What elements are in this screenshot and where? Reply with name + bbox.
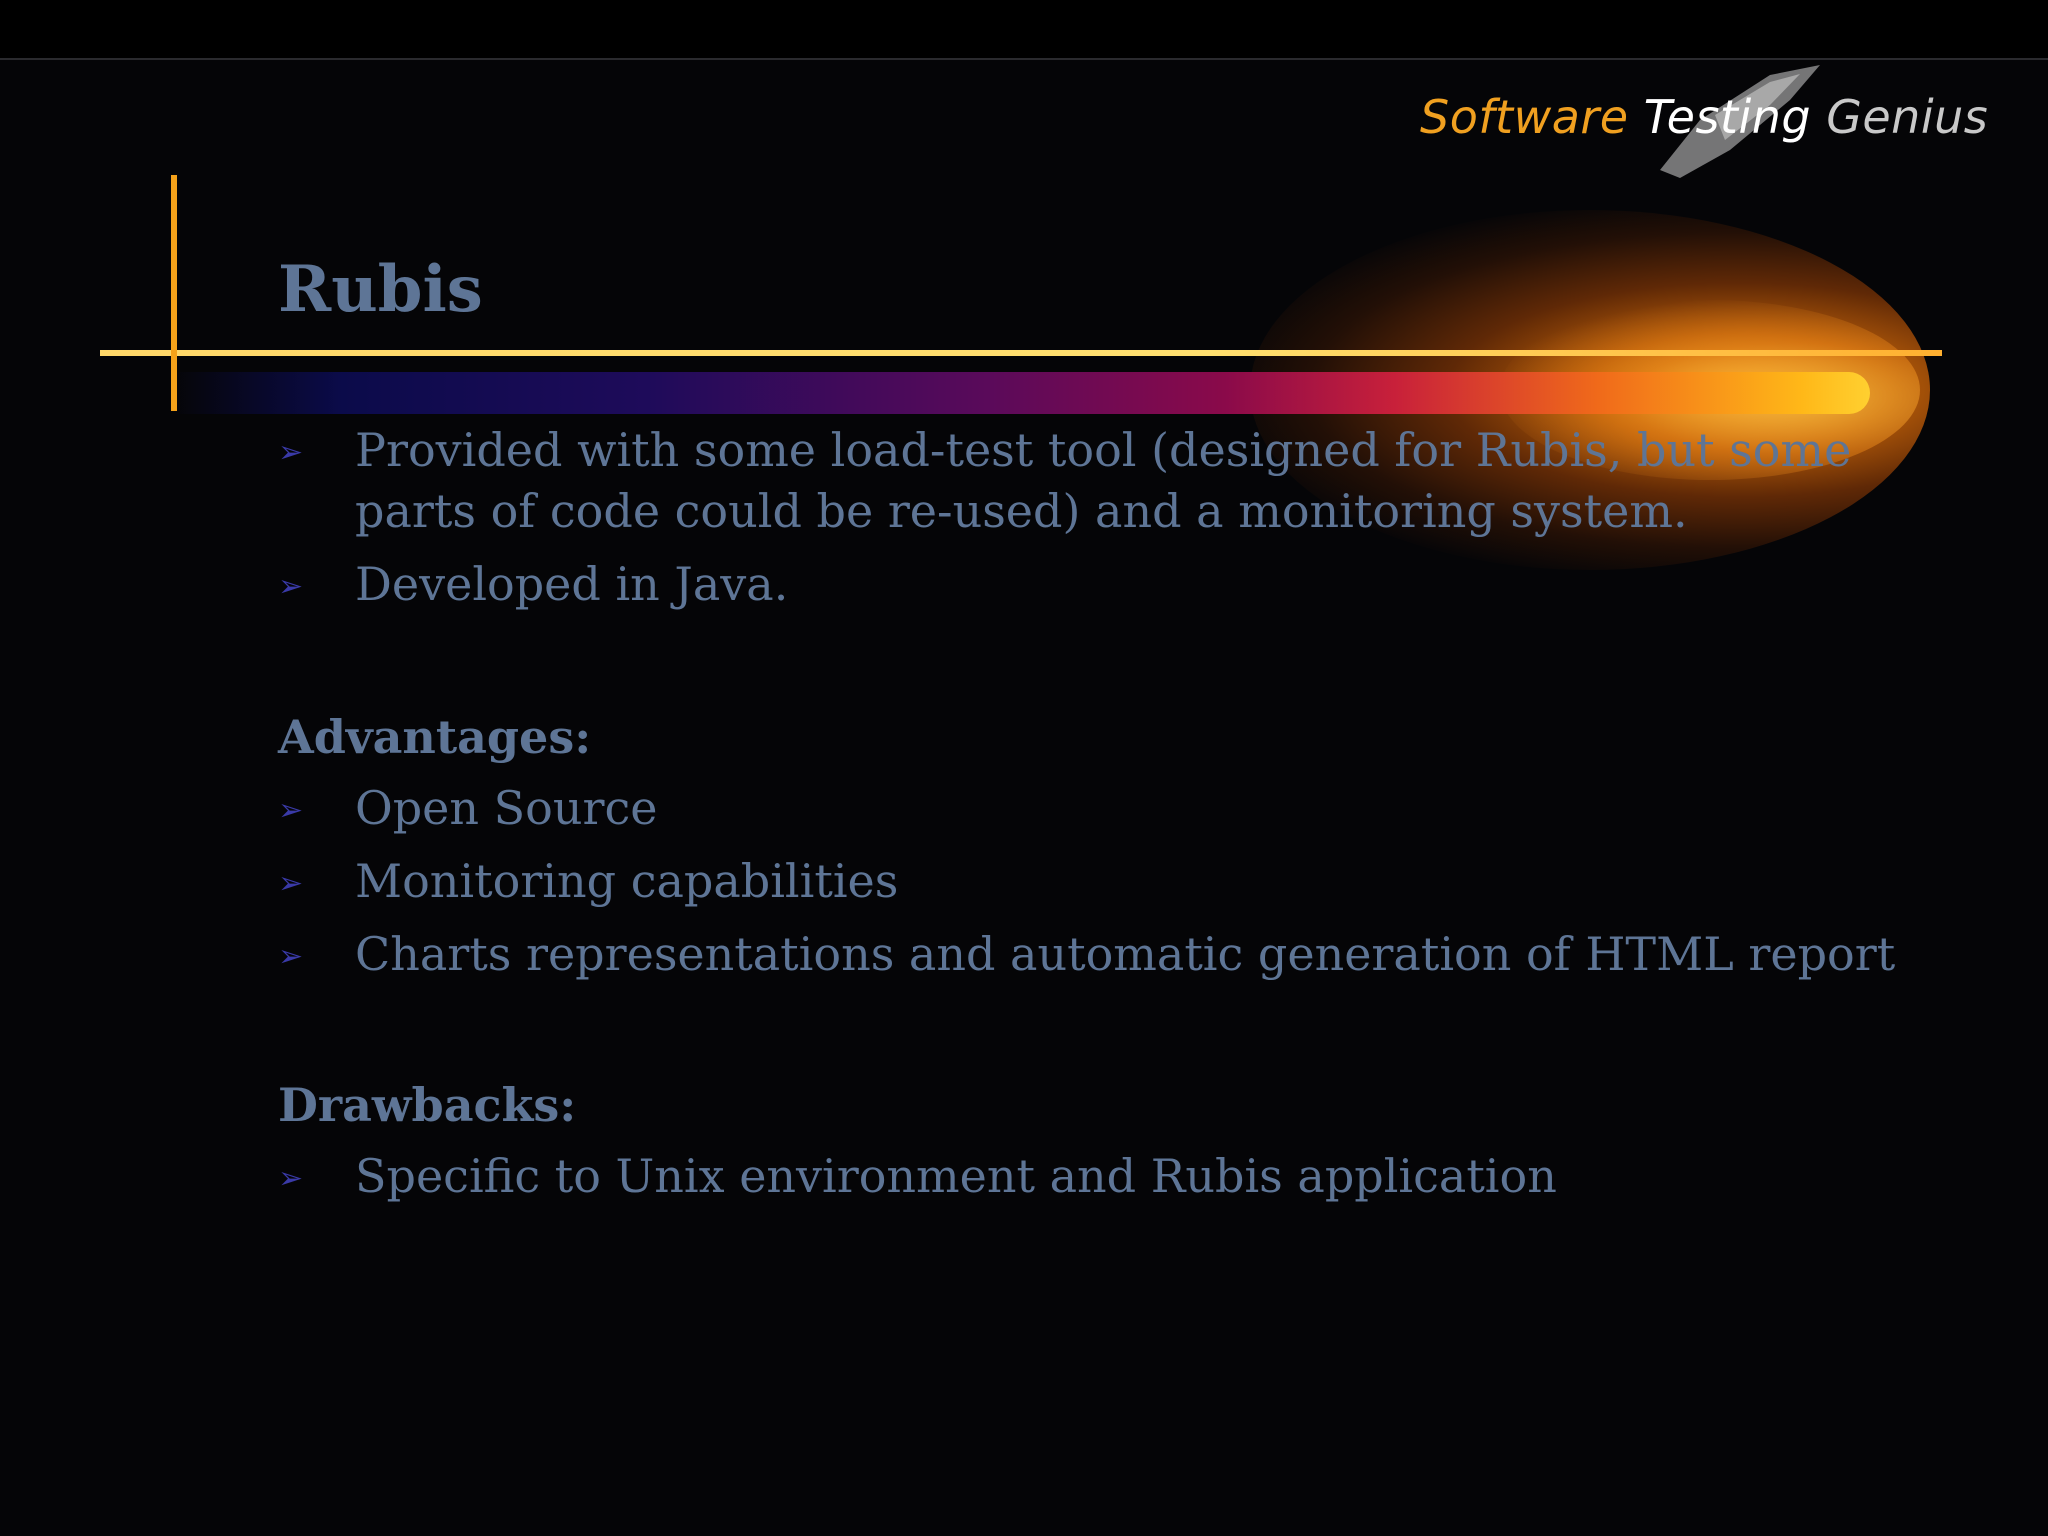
list-item-text: Developed in Java.: [355, 557, 789, 611]
slide-content: ➢ Provided with some load-test tool (des…: [278, 420, 1968, 1219]
list-item-text: Charts representations and automatic gen…: [355, 927, 1896, 981]
list-item: ➢ Specific to Unix environment and Rubis…: [278, 1146, 1968, 1207]
drawbacks-list: ➢ Specific to Unix environment and Rubis…: [278, 1146, 1968, 1207]
arrow-bullet-icon: ➢: [278, 1161, 304, 1196]
list-item-text: Specific to Unix environment and Rubis a…: [355, 1149, 1557, 1203]
list-item: ➢ Open Source: [278, 778, 1968, 839]
logo-word-software: Software: [1420, 90, 1629, 144]
list-item: ➢ Developed in Java.: [278, 554, 1968, 615]
top-strip: [0, 0, 2048, 60]
list-item-text: Open Source: [355, 781, 658, 835]
advantages-heading: Advantages:: [278, 710, 592, 764]
gradient-bar-decoration: [172, 372, 1870, 414]
logo-word-testing: Testing: [1643, 90, 1812, 144]
list-item: ➢ Charts representations and automatic g…: [278, 924, 1968, 985]
arrow-bullet-icon: ➢: [278, 793, 304, 828]
list-item: ➢ Provided with some load-test tool (des…: [278, 420, 1968, 542]
title-underline-decoration: [100, 350, 1942, 356]
list-item: ➢ Monitoring capabilities: [278, 851, 1968, 912]
arrow-bullet-icon: ➢: [278, 866, 304, 901]
intro-list: ➢ Provided with some load-test tool (des…: [278, 420, 1968, 615]
list-item-text: Provided with some load-test tool (desig…: [355, 423, 1852, 538]
logo-word-genius: Genius: [1826, 90, 1989, 144]
arrow-bullet-icon: ➢: [278, 939, 304, 974]
list-item-text: Monitoring capabilities: [355, 854, 899, 908]
vertical-accent-decoration: [171, 175, 177, 411]
arrow-bullet-icon: ➢: [278, 435, 304, 470]
advantages-list: ➢ Open Source ➢ Monitoring capabilities …: [278, 778, 1968, 985]
logo: Software Testing Genius: [1420, 90, 1988, 144]
slide: Software Testing Genius Rubis ➢ Provided…: [0, 0, 2048, 1536]
slide-title: Rubis: [278, 252, 483, 327]
arrow-bullet-icon: ➢: [278, 569, 304, 604]
drawbacks-heading: Drawbacks:: [278, 1078, 577, 1132]
